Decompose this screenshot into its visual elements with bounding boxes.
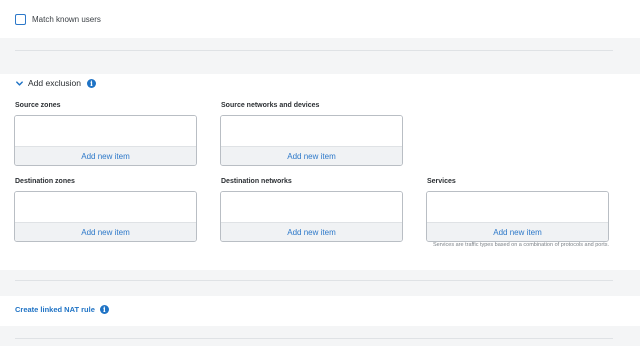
source-zones-add-button[interactable]: Add new item <box>15 146 196 165</box>
destination-zones-list[interactable] <box>15 192 196 223</box>
info-icon[interactable]: i <box>86 78 96 88</box>
source-networks-add-button[interactable]: Add new item <box>221 146 402 165</box>
source-networks-label: Source networks and devices <box>221 102 320 109</box>
nat-rule-row: Create linked NAT rule i <box>15 305 109 314</box>
info-icon[interactable]: i <box>99 305 109 314</box>
source-networks-picker: Add new item <box>220 115 403 166</box>
destination-zones-add-button[interactable]: Add new item <box>15 222 196 241</box>
source-networks-list[interactable] <box>221 116 402 147</box>
section-divider <box>15 338 613 339</box>
section-divider <box>15 280 613 281</box>
services-picker: Add new item <box>426 191 609 242</box>
destination-networks-list[interactable] <box>221 192 402 223</box>
match-known-users-row[interactable]: Match known users <box>15 14 101 25</box>
source-zones-list[interactable] <box>15 116 196 147</box>
match-known-users-checkbox[interactable] <box>15 14 26 25</box>
services-label: Services <box>427 178 456 185</box>
destination-networks-label: Destination networks <box>221 178 292 185</box>
destination-zones-label: Destination zones <box>15 178 75 185</box>
source-zones-label: Source zones <box>15 102 61 109</box>
destination-zones-picker: Add new item <box>14 191 197 242</box>
chevron-down-icon <box>16 80 23 86</box>
firewall-rule-form: Match known users Add exclusion i Source… <box>0 0 640 346</box>
source-zones-picker: Add new item <box>14 115 197 166</box>
section-divider <box>15 50 613 51</box>
create-linked-nat-rule-link[interactable]: Create linked NAT rule <box>15 305 95 314</box>
services-add-button[interactable]: Add new item <box>427 222 608 241</box>
services-hint: Services are traffic types based on a co… <box>433 242 609 248</box>
services-list[interactable] <box>427 192 608 223</box>
match-known-users-label: Match known users <box>32 15 101 24</box>
add-exclusion-toggle[interactable]: Add exclusion i <box>15 78 96 88</box>
destination-networks-add-button[interactable]: Add new item <box>221 222 402 241</box>
add-exclusion-title: Add exclusion <box>28 78 81 88</box>
destination-networks-picker: Add new item <box>220 191 403 242</box>
